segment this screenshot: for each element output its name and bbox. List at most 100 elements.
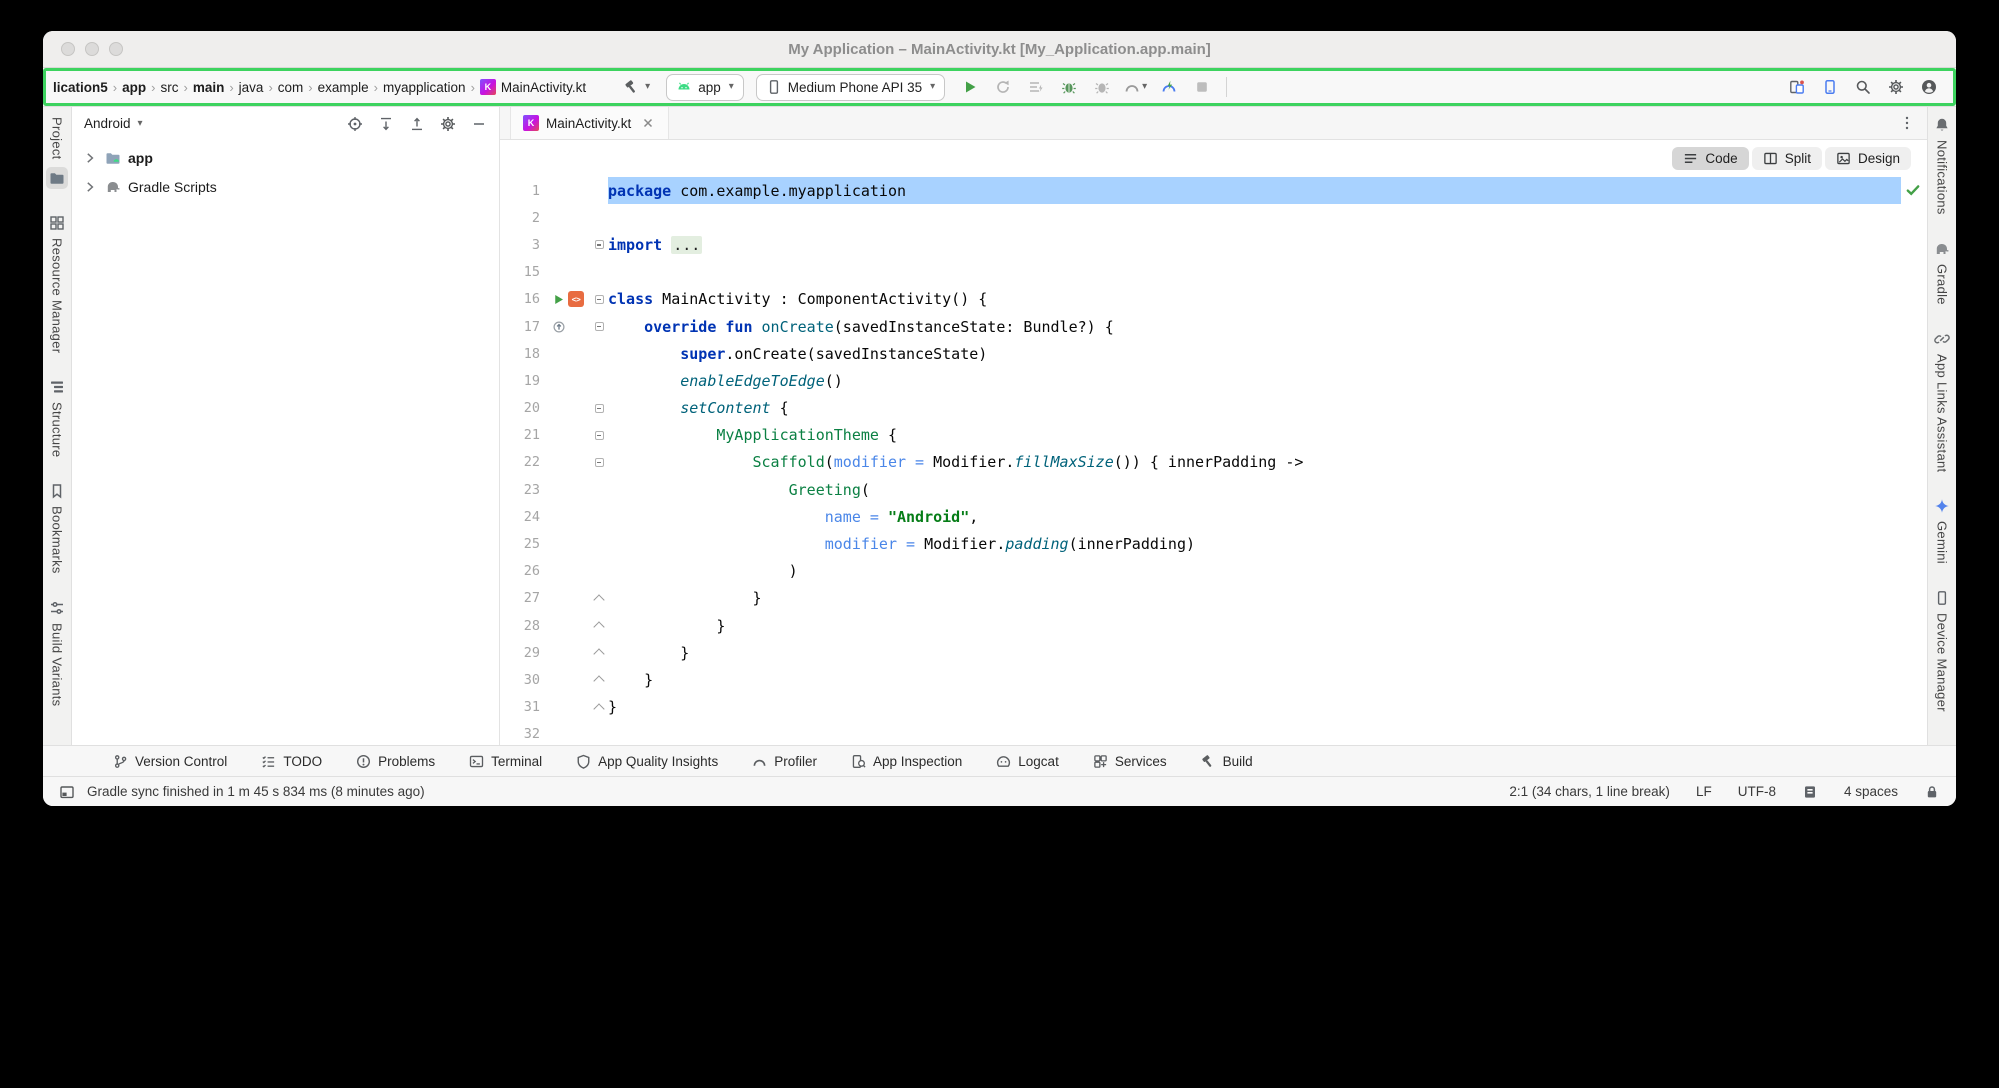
fold-start-marker[interactable] — [595, 431, 604, 440]
line-ending-widget[interactable]: LF — [1696, 784, 1712, 799]
tab-mainactivity-kt[interactable]: K MainActivity.kt — [510, 107, 669, 139]
overrides-icon[interactable] — [552, 320, 566, 334]
fold-end-marker[interactable] — [593, 621, 604, 632]
inspections-ok-icon[interactable] — [1905, 182, 1921, 198]
breadcrumb-item-example[interactable]: example — [318, 80, 369, 95]
breadcrumb-item-main[interactable]: main — [193, 80, 225, 95]
file-status-icon[interactable] — [1802, 784, 1818, 800]
view-mode-split[interactable]: Split — [1752, 147, 1822, 170]
project-view-select[interactable]: Android ▾ — [84, 116, 143, 131]
code-line-26[interactable]: 26 ) — [500, 558, 1901, 585]
tool-button-build-variants[interactable]: Build Variants — [49, 600, 65, 706]
fold-end-marker[interactable] — [593, 676, 604, 687]
close-tab-icon[interactable] — [640, 115, 656, 131]
titlebar[interactable]: My Application – MainActivity.kt [My_App… — [43, 31, 1956, 68]
more-options-icon[interactable] — [1899, 115, 1915, 131]
profile-avatar-button[interactable] — [1916, 74, 1942, 100]
tool-button-version-control[interactable]: Version Control — [113, 754, 227, 769]
encoding-widget[interactable]: UTF-8 — [1738, 784, 1776, 799]
apply-changes-button[interactable] — [990, 74, 1016, 100]
run-gutter-icon[interactable] — [552, 293, 565, 306]
device-select[interactable]: Medium Phone API 35 ▾ — [756, 74, 945, 101]
code-line-22[interactable]: 22 Scaffold(modifier = Modifier.fillMaxS… — [500, 449, 1901, 476]
code-line-17[interactable]: 17 override fun onCreate(savedInstanceSt… — [500, 313, 1901, 340]
code-line-18[interactable]: 18 super.onCreate(savedInstanceState) — [500, 340, 1901, 367]
code-line-23[interactable]: 23 Greeting( — [500, 476, 1901, 503]
profile-low-overhead-button[interactable] — [1156, 74, 1182, 100]
fold-end-marker[interactable] — [593, 703, 604, 714]
breadcrumb-item-src[interactable]: src — [160, 80, 178, 95]
tool-button-todo[interactable]: TODO — [261, 754, 322, 769]
tool-button-build[interactable]: Build — [1201, 754, 1253, 769]
run-button[interactable] — [957, 74, 983, 100]
tool-button-resource-manager[interactable]: Resource Manager — [49, 215, 65, 353]
breadcrumb-item-java[interactable]: java — [239, 80, 264, 95]
tool-button-gemini[interactable]: Gemini — [1934, 498, 1950, 564]
code-line-3[interactable]: 3import ... — [500, 231, 1901, 258]
collapse-all-button[interactable] — [409, 116, 425, 132]
tool-button-structure[interactable]: Structure — [49, 379, 65, 457]
code-line-1[interactable]: 1package com.example.myapplication — [500, 177, 1901, 204]
settings-button[interactable] — [1883, 74, 1909, 100]
apply-code-changes-button[interactable] — [1023, 74, 1049, 100]
fold-start-marker[interactable] — [595, 404, 604, 413]
tree-item-gradle-scripts[interactable]: Gradle Scripts — [72, 172, 499, 201]
code-line-29[interactable]: 29 } — [500, 639, 1901, 666]
tree-item-app[interactable]: app — [72, 143, 499, 172]
code-line-16[interactable]: 16<>class MainActivity : ComponentActivi… — [500, 286, 1901, 313]
code-line-15[interactable]: 15 — [500, 259, 1901, 286]
device-manager-button[interactable] — [1817, 74, 1843, 100]
fold-start-marker[interactable] — [595, 240, 604, 249]
attach-debugger-button[interactable] — [1089, 74, 1115, 100]
tool-window-layout-icon[interactable] — [59, 784, 75, 800]
chevron-right-icon[interactable] — [82, 179, 98, 195]
tool-button-terminal[interactable]: Terminal — [469, 754, 542, 769]
lock-icon[interactable] — [1924, 784, 1940, 800]
breadcrumb-item-com[interactable]: com — [278, 80, 304, 95]
code-line-21[interactable]: 21 MyApplicationTheme { — [500, 422, 1901, 449]
breadcrumb-item-mainactivity-kt[interactable]: MainActivity.kt — [501, 80, 586, 95]
fold-start-marker[interactable] — [595, 295, 604, 304]
view-mode-design[interactable]: Design — [1825, 147, 1911, 170]
tool-button-app-inspection[interactable]: App Inspection — [851, 754, 962, 769]
fold-start-marker[interactable] — [595, 322, 604, 331]
select-opened-file-button[interactable] — [347, 116, 363, 132]
profiler-button[interactable]: ▾ — [1122, 74, 1149, 100]
tool-button-device-manager[interactable]: Device Manager — [1934, 590, 1950, 712]
fold-end-marker[interactable] — [593, 594, 604, 605]
breadcrumb-item-app[interactable]: app — [122, 80, 146, 95]
breadcrumb-item-myapplication[interactable]: myapplication — [383, 80, 466, 95]
tool-button-project[interactable]: Project — [46, 117, 68, 189]
tool-button-app-links-assistant[interactable]: App Links Assistant — [1934, 331, 1950, 472]
minimize-window-button[interactable] — [85, 42, 99, 56]
code-line-2[interactable]: 2 — [500, 204, 1901, 231]
tool-button-services[interactable]: Services — [1093, 754, 1167, 769]
breadcrumb-item-lication5[interactable]: lication5 — [53, 80, 108, 95]
code-editor[interactable]: CodeSplitDesign 1package com.example.mya… — [500, 140, 1927, 745]
panel-settings-button[interactable] — [440, 116, 456, 132]
hide-panel-button[interactable] — [471, 116, 487, 132]
view-mode-code[interactable]: Code — [1672, 147, 1748, 170]
tool-button-logcat[interactable]: Logcat — [996, 754, 1059, 769]
tool-button-problems[interactable]: Problems — [356, 754, 435, 769]
fold-end-marker[interactable] — [593, 649, 604, 660]
code-line-30[interactable]: 30 } — [500, 666, 1901, 693]
code-line-31[interactable]: 31} — [500, 694, 1901, 721]
build-project-button[interactable]: ▾ — [620, 79, 654, 95]
indent-widget[interactable]: 4 spaces — [1844, 784, 1898, 799]
code-line-28[interactable]: 28 } — [500, 612, 1901, 639]
expand-all-button[interactable] — [378, 116, 394, 132]
tool-button-gradle[interactable]: Gradle — [1934, 241, 1950, 305]
tool-button-notifications[interactable]: Notifications — [1934, 117, 1950, 215]
code-line-25[interactable]: 25 modifier = Modifier.padding(innerPadd… — [500, 530, 1901, 557]
fold-start-marker[interactable] — [595, 458, 604, 467]
code-line-32[interactable]: 32 — [500, 721, 1901, 745]
chevron-right-icon[interactable] — [82, 150, 98, 166]
caret-position-widget[interactable]: 2:1 (34 chars, 1 line break) — [1509, 784, 1670, 799]
code-line-24[interactable]: 24 name = "Android", — [500, 503, 1901, 530]
zoom-window-button[interactable] — [109, 42, 123, 56]
tool-button-app-quality-insights[interactable]: App Quality Insights — [576, 754, 718, 769]
tool-button-profiler[interactable]: Profiler — [752, 754, 817, 769]
tool-button-bookmarks[interactable]: Bookmarks — [49, 483, 65, 574]
close-window-button[interactable] — [61, 42, 75, 56]
